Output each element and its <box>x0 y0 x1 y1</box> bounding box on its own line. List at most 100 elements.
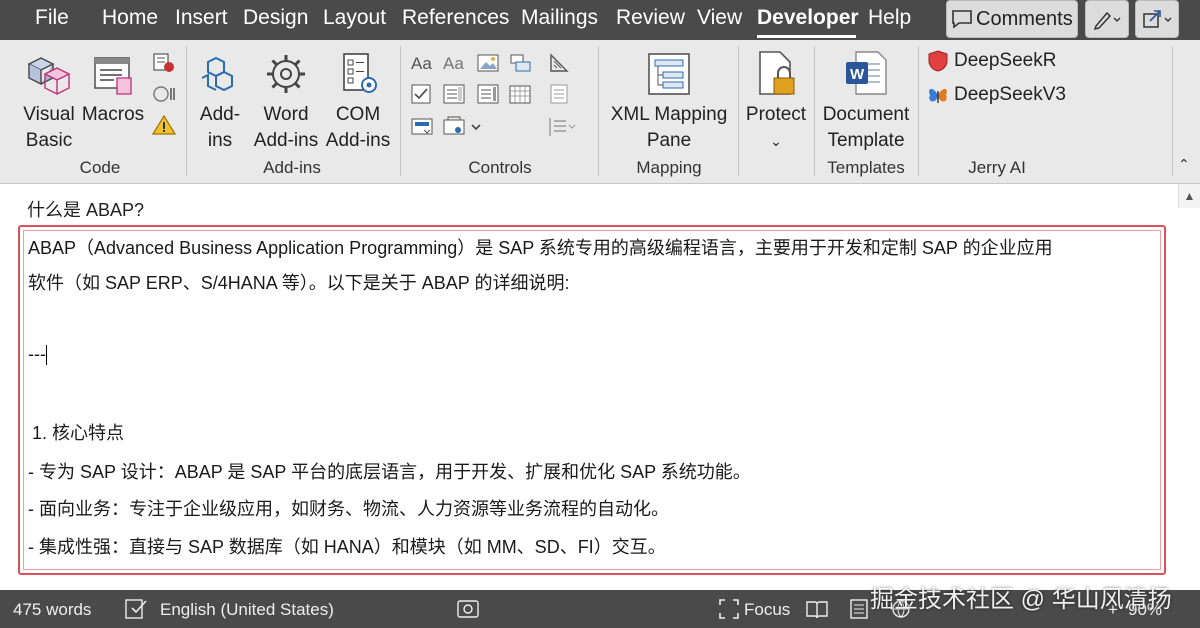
xml-mapping-label-1: XML Mapping <box>610 104 728 125</box>
com-add-ins-button[interactable]: COM Add-ins <box>322 48 394 154</box>
mapping-group-label: Mapping <box>636 158 702 177</box>
visual-basic-label-1: Visual <box>23 104 75 125</box>
tab-help[interactable]: Help <box>868 6 911 30</box>
chevron-down-icon: ⌄ <box>770 133 782 149</box>
deepseekr-label: DeepSeekR <box>954 50 1057 71</box>
tab-mailings[interactable]: Mailings <box>521 6 598 30</box>
ribbon-separator <box>918 46 919 176</box>
print-layout-icon[interactable] <box>848 598 870 620</box>
document-template-label-2: Template <box>827 130 905 151</box>
protect-button[interactable]: Protect ⌄ <box>742 48 810 154</box>
tab-developer[interactable]: Developer <box>757 6 859 30</box>
answer-content-control[interactable]: ABAP（Advanced Business Application Progr… <box>18 225 1166 575</box>
share-button[interactable] <box>1135 0 1179 38</box>
tab-review[interactable]: Review <box>616 6 685 30</box>
pencil-icon <box>1093 11 1121 30</box>
share-icon <box>1143 10 1172 28</box>
word-document-icon: W <box>846 51 887 95</box>
record-macro-icon[interactable] <box>152 52 176 74</box>
visual-basic-label-2: Basic <box>25 130 73 151</box>
ribbon-separator <box>738 46 739 176</box>
macro-security-icon[interactable] <box>152 114 176 136</box>
tab-file[interactable]: File <box>35 6 69 30</box>
text-cursor <box>45 345 47 366</box>
properties-icon[interactable] <box>548 83 572 105</box>
xml-mapping-pane-button[interactable]: XML Mapping Pane <box>604 48 734 154</box>
read-mode-icon[interactable] <box>805 598 829 620</box>
templates-group-label: Templates <box>827 158 905 177</box>
legacy-tools-icon[interactable] <box>442 116 484 138</box>
repeating-section-control-icon[interactable] <box>410 116 434 138</box>
scroll-up-arrow-icon[interactable]: ▲ <box>1178 184 1200 208</box>
picture-control-icon[interactable] <box>476 52 500 74</box>
focus-icon[interactable] <box>718 598 740 620</box>
focus-mode-label[interactable]: Focus <box>744 600 790 620</box>
controls-group-label: Controls <box>468 158 532 177</box>
document-template-button[interactable]: W Document Template <box>818 48 914 154</box>
date-picker-control-icon[interactable] <box>508 83 532 105</box>
macros-label: Macros <box>81 104 145 125</box>
tab-insert[interactable]: Insert <box>175 6 228 30</box>
svg-text:Aa: Aa <box>411 54 432 73</box>
question-text: 什么是 ABAP? <box>27 200 145 220</box>
add-ins-label-1: Add- <box>199 104 241 125</box>
answer-line: 软件（如 SAP ERP、S/4HANA 等）。以下是关于 ABAP 的详细说明… <box>28 273 570 293</box>
horizontal-rule-text: --- <box>28 344 46 364</box>
com-add-ins-icon <box>343 53 377 93</box>
design-mode-icon[interactable] <box>548 52 572 74</box>
combo-box-control-icon[interactable] <box>442 83 466 105</box>
code-group-label: Code <box>79 158 121 177</box>
answer-line: - 面向业务：专注于企业级应用，如财务、物流、人力资源等业务流程的自动化。 <box>28 499 669 519</box>
comments-label: Comments <box>976 7 1073 30</box>
add-ins-label-2: ins <box>207 130 233 151</box>
document-template-label-1: Document <box>822 104 910 125</box>
section-heading: 1. 核心特点 <box>32 423 125 443</box>
building-block-control-icon[interactable] <box>508 52 532 74</box>
word-count[interactable]: 475 words <box>13 600 91 620</box>
collapse-ribbon-icon[interactable]: ⌃ <box>1178 156 1190 173</box>
answer-line: - 集成性强：直接与 SAP 数据库（如 HANA）和模块（如 MM、SD、FI… <box>28 537 666 557</box>
tab-view[interactable]: View <box>697 6 742 30</box>
plain-text-control-icon[interactable]: Aa <box>442 52 470 74</box>
tab-layout[interactable]: Layout <box>323 6 386 30</box>
deepseekv3-label: DeepSeekV3 <box>954 84 1066 105</box>
group-icon[interactable] <box>548 116 578 138</box>
tab-references[interactable]: References <box>402 6 509 30</box>
ribbon-separator <box>598 46 599 176</box>
add-ins-button[interactable]: Add- ins <box>192 48 248 154</box>
proofing-icon[interactable] <box>124 598 150 620</box>
horizontal-rule-line: --- <box>28 344 47 366</box>
xml-mapping-icon <box>648 53 690 95</box>
watermark-text: 掘金技术社区 @ 华山风清扬 <box>870 586 1172 613</box>
tab-home[interactable]: Home <box>102 6 158 30</box>
word-add-ins-label-2: Add-ins <box>253 130 319 151</box>
ribbon: Visual Basic Macros Code Add- ins Word A <box>0 40 1200 184</box>
check-box-control-icon[interactable] <box>410 83 434 105</box>
svg-text:Aa: Aa <box>443 54 464 73</box>
document-canvas[interactable]: ▲ 什么是 ABAP? ABAP（Advanced Business Appli… <box>0 184 1200 590</box>
answer-line: - 专为 SAP 设计：ABAP 是 SAP 平台的底层语言，用于开发、扩展和优… <box>28 462 751 482</box>
pause-recording-icon[interactable] <box>152 83 176 105</box>
deepseekv3-button[interactable]: DeepSeekV3 <box>926 82 1076 108</box>
macros-icon <box>94 57 132 95</box>
protect-label: Protect <box>745 104 807 125</box>
gear-icon <box>267 55 305 93</box>
editing-button[interactable] <box>1085 0 1129 38</box>
visual-basic-button[interactable]: Visual Basic <box>20 48 78 154</box>
drop-down-list-control-icon[interactable] <box>476 83 500 105</box>
comments-button[interactable]: Comments <box>946 0 1078 38</box>
accessibility-icon[interactable] <box>456 598 482 620</box>
xml-mapping-label-2: Pane <box>646 130 692 151</box>
com-add-ins-label-2: Add-ins <box>325 130 391 151</box>
ribbon-separator <box>186 46 187 176</box>
tab-design[interactable]: Design <box>243 6 308 30</box>
word-add-ins-button[interactable]: Word Add-ins <box>250 48 322 154</box>
menu-bar: File Home Insert Design Layout Reference… <box>0 0 1200 40</box>
word-add-ins-label-1: Word <box>263 104 309 125</box>
language-status[interactable]: English (United States) <box>160 600 334 620</box>
deepseekr-button[interactable]: DeepSeekR <box>926 48 1076 74</box>
com-add-ins-label-1: COM <box>335 104 381 125</box>
macros-button[interactable]: Macros <box>80 48 146 128</box>
rich-text-control-icon[interactable]: Aa <box>410 52 438 74</box>
comment-icon <box>952 10 972 29</box>
